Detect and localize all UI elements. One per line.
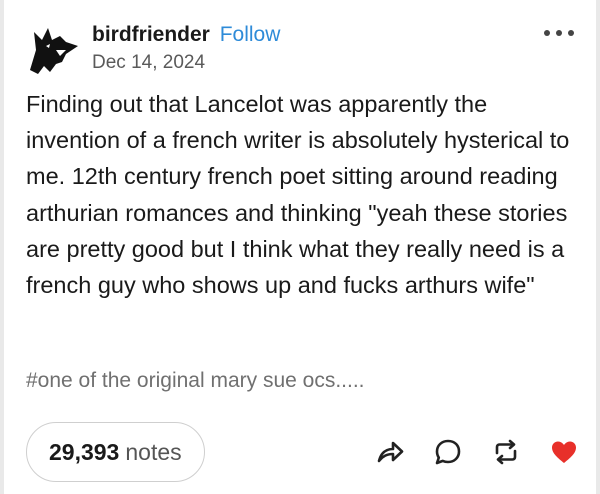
post-meta: birdfriender Follow Dec 14, 2024	[92, 22, 280, 75]
notes-count: 29,393	[49, 438, 120, 465]
reply-icon[interactable]	[430, 434, 466, 470]
heart-icon[interactable]	[546, 434, 582, 470]
share-icon[interactable]	[372, 434, 408, 470]
post-card: birdfriender Follow Dec 14, 2024 Finding…	[4, 0, 596, 494]
reblog-icon[interactable]	[488, 434, 524, 470]
notes-label: notes	[125, 438, 182, 465]
follow-button[interactable]: Follow	[220, 23, 281, 46]
post-tag[interactable]: #one of the original mary sue ocs.....	[26, 366, 586, 396]
post-actions	[350, 434, 582, 470]
notes-button[interactable]: 29,393 notes	[26, 422, 205, 482]
post-date[interactable]: Dec 14, 2024	[92, 51, 280, 75]
wolf-avatar-icon	[26, 20, 82, 76]
more-horizontal-icon[interactable]	[544, 26, 574, 40]
post-footer: 29,393 notes	[26, 422, 582, 482]
post-body: Finding out that Lancelot was apparently…	[26, 91, 570, 299]
avatar[interactable]	[26, 20, 82, 76]
post-header: birdfriender Follow Dec 14, 2024	[26, 20, 582, 76]
username-link[interactable]: birdfriender	[92, 23, 210, 46]
